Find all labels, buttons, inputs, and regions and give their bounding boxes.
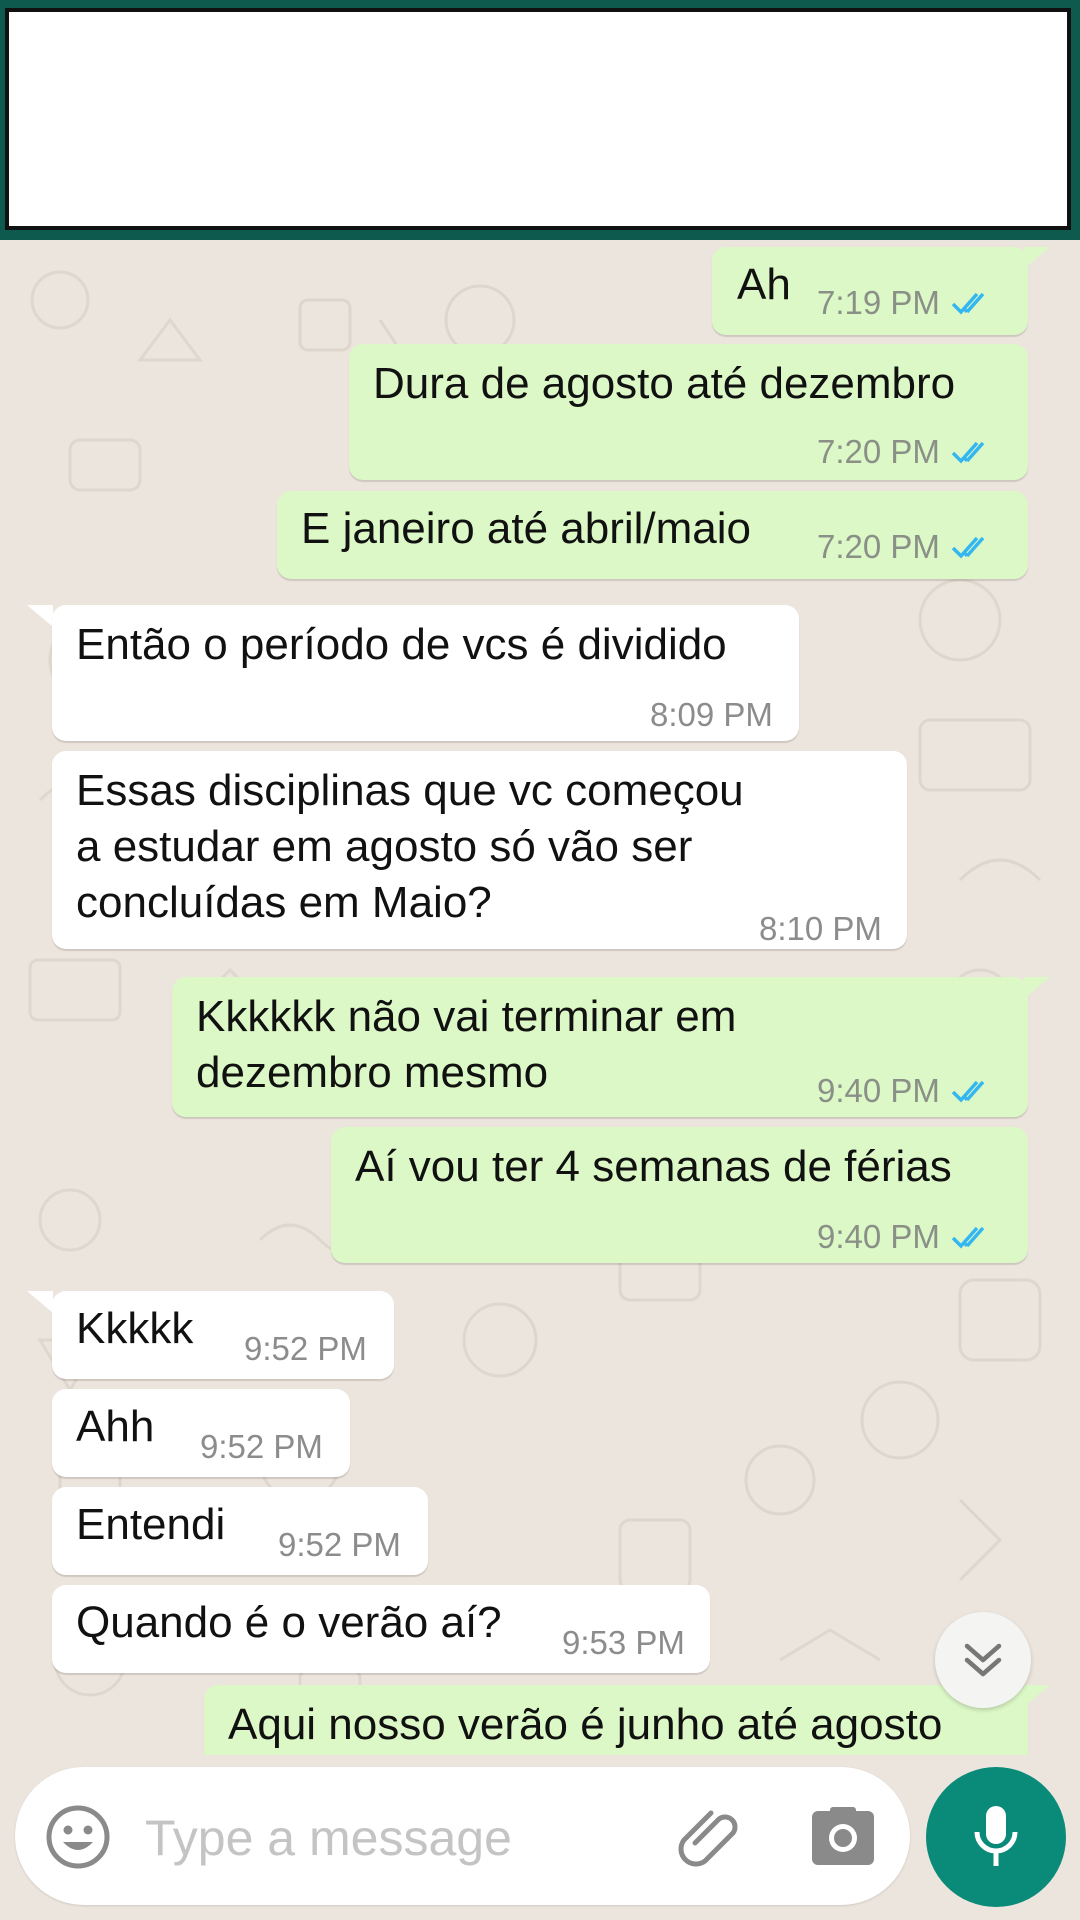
message-meta: 9:40 PM: [817, 1209, 996, 1265]
incoming-message[interactable]: Quando é o verão aí? 9:53 PM: [52, 1585, 710, 1673]
double-check-icon: [951, 441, 985, 464]
message-text: Ah: [737, 260, 791, 309]
message-time: 7:19 PM: [817, 284, 940, 321]
message-time: 9:40 PM: [817, 1072, 940, 1109]
message-meta: 9:53 PM: [562, 1615, 685, 1671]
message-text: Quando é o verão aí?: [76, 1598, 502, 1647]
message-meta: 7:19 PM: [817, 275, 996, 331]
message-text: Kkkkkk não vai terminar em dezembro mesm…: [196, 992, 737, 1097]
message-meta: 7:20 PM: [817, 424, 996, 480]
paperclip-icon[interactable]: [675, 1803, 745, 1873]
chat-header: [0, 0, 1080, 240]
message-meta: 9:52 PM: [278, 1517, 401, 1573]
message-time: 9:52 PM: [244, 1330, 367, 1367]
voice-record-button[interactable]: [926, 1767, 1066, 1907]
message-text: Ahh: [76, 1402, 155, 1451]
microphone-icon: [974, 1806, 1018, 1866]
incoming-message[interactable]: Então o período de vcs é dividido 8:09 P…: [52, 605, 799, 741]
double-check-icon: [951, 1226, 985, 1249]
message-text: Entendi: [76, 1500, 226, 1549]
bubble-tail: [27, 1291, 53, 1313]
camera-icon[interactable]: [810, 1805, 876, 1867]
message-meta: 9:52 PM: [200, 1419, 323, 1475]
double-check-icon: [951, 536, 985, 559]
message-time: 7:20 PM: [817, 528, 940, 565]
double-chevron-down-icon: [964, 1643, 1002, 1677]
incoming-message[interactable]: Kkkkk 9:52 PM: [52, 1291, 394, 1379]
message-text: Essas disciplinas que vc começou a estud…: [76, 766, 744, 927]
outgoing-message[interactable]: E janeiro até abril/maio 7:20 PM: [277, 491, 1028, 579]
bubble-tail: [1024, 247, 1050, 269]
message-text: Aqui nosso verão é junho até agosto: [228, 1700, 943, 1749]
message-list[interactable]: Ah 7:19 PM Dura de agosto até dezembro 7…: [0, 240, 1080, 1755]
incoming-message[interactable]: Ahh 9:52 PM: [52, 1389, 350, 1477]
message-input-placeholder[interactable]: Type a message: [145, 1810, 512, 1866]
message-time: 8:09 PM: [650, 696, 773, 733]
message-text: Aí vou ter 4 semanas de férias: [355, 1142, 952, 1191]
message-time: 9:53 PM: [562, 1624, 685, 1661]
incoming-message[interactable]: Essas disciplinas que vc começou a estud…: [52, 751, 907, 949]
double-check-icon: [951, 1080, 985, 1103]
bubble-tail: [1024, 1685, 1050, 1707]
outgoing-message[interactable]: Aí vou ter 4 semanas de férias 9:40 PM: [331, 1127, 1028, 1263]
emoji-icon[interactable]: [45, 1804, 111, 1870]
message-meta: 7:20 PM: [817, 519, 996, 575]
message-text: Kkkkk: [76, 1304, 194, 1353]
message-meta: 9:52 PM: [244, 1321, 367, 1377]
outgoing-message[interactable]: Ah 7:19 PM: [712, 247, 1028, 335]
outgoing-message[interactable]: Aqui nosso verão é junho até agosto: [204, 1685, 1028, 1755]
message-text: Então o período de vcs é dividido: [76, 620, 727, 669]
scroll-to-bottom-button[interactable]: [935, 1612, 1031, 1708]
message-time: 9:40 PM: [817, 1218, 940, 1255]
message-meta: 8:10 PM: [759, 901, 882, 957]
outgoing-message[interactable]: Dura de agosto até dezembro 7:20 PM: [349, 344, 1028, 480]
double-check-icon: [951, 292, 985, 315]
incoming-message[interactable]: Entendi 9:52 PM: [52, 1487, 428, 1575]
message-time: 9:52 PM: [200, 1428, 323, 1465]
message-text: E janeiro até abril/maio: [301, 504, 752, 553]
message-time: 8:10 PM: [759, 910, 882, 947]
bubble-tail: [1024, 977, 1050, 999]
redacted-header-content: [5, 8, 1071, 230]
message-meta: 9:40 PM: [817, 1063, 996, 1119]
message-time: 7:20 PM: [817, 433, 940, 470]
outgoing-message[interactable]: Kkkkkk não vai terminar em dezembro mesm…: [172, 977, 1028, 1117]
message-meta: 8:09 PM: [650, 687, 773, 743]
message-text: Dura de agosto até dezembro: [373, 359, 956, 408]
message-time: 9:52 PM: [278, 1526, 401, 1563]
bubble-tail: [27, 605, 53, 627]
